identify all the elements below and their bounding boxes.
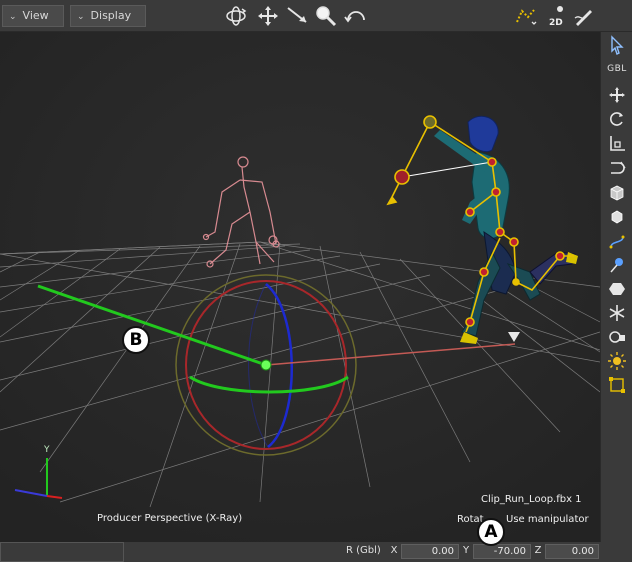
status-bar: R (Gbl) X 0.00 Y -70.00 Z 0.00	[0, 542, 632, 564]
cube-icon[interactable]	[605, 182, 629, 204]
transform-coordinates: R (Gbl) X 0.00 Y -70.00 Z 0.00	[344, 542, 600, 562]
3d-viewport[interactable]: Y Producer Perspective (X-Ray) Clip_Run_…	[0, 32, 600, 542]
view-menu-label: View	[22, 9, 49, 22]
callout-b: B	[122, 326, 150, 354]
clip-label: Clip_Run_Loop.fbx 1	[481, 494, 582, 505]
mode-label-suffix: Use manipulator	[506, 514, 589, 525]
status-mid-panel	[124, 542, 344, 562]
y-value-field[interactable]: -70.00	[473, 544, 531, 559]
z-axis-label: Z	[534, 545, 542, 556]
y-axis-label: Y	[462, 545, 470, 556]
status-right-panel	[600, 542, 632, 562]
edit-pen-icon[interactable]	[572, 4, 596, 28]
pan-icon[interactable]	[256, 4, 280, 28]
orbit-icon[interactable]	[224, 4, 248, 28]
manipulator-pivot	[260, 359, 272, 371]
undo-view-icon[interactable]	[344, 4, 368, 28]
path-icon[interactable]	[605, 230, 629, 252]
display-menu-label: Display	[90, 9, 132, 22]
chevron-down-icon: ⌄	[9, 12, 17, 22]
asterisk-icon[interactable]	[605, 302, 629, 324]
rotate-icon[interactable]	[605, 108, 629, 130]
camera-icon[interactable]	[605, 326, 629, 348]
hexagon-icon[interactable]	[605, 278, 629, 300]
axis-y-label: Y	[44, 445, 50, 455]
dolly-icon[interactable]	[286, 4, 310, 28]
display-menu-button[interactable]: ⌄ Display	[70, 5, 146, 27]
z-value-field[interactable]: 0.00	[545, 544, 599, 559]
status-left-panel	[0, 542, 124, 562]
x-axis-label: X	[390, 545, 398, 556]
2d-display-icon[interactable]: 2D	[546, 4, 570, 28]
chevron-down-icon: ⌄	[77, 12, 85, 22]
magnet-icon[interactable]	[605, 158, 629, 180]
frame-icon[interactable]	[605, 374, 629, 396]
scale-icon[interactable]	[605, 132, 629, 154]
light-icon[interactable]	[605, 350, 629, 372]
2d-label: 2D	[549, 18, 563, 28]
skeleton-display-icon[interactable]	[514, 4, 538, 28]
cube-small-icon[interactable]	[605, 206, 629, 228]
camera-label: Producer Perspective (X-Ray)	[97, 513, 243, 524]
zoom-icon[interactable]	[314, 4, 338, 28]
x-value-field[interactable]: 0.00	[401, 544, 459, 559]
gbl-label: GBL	[607, 64, 627, 74]
view-menu-button[interactable]: ⌄ View	[2, 5, 64, 27]
pin-icon[interactable]	[605, 254, 629, 276]
gbl-icon[interactable]: GBL	[605, 58, 629, 80]
select-arrow-icon[interactable]	[605, 34, 629, 56]
viewport-scene	[0, 32, 600, 542]
translate-icon[interactable]	[605, 84, 629, 106]
callout-a: A	[477, 518, 505, 546]
right-toolbar: GBL	[600, 32, 632, 542]
viewer-top-toolbar: ⌄ View ⌄ Display 2D	[0, 0, 632, 32]
rotation-gbl-label: R (Gbl)	[346, 545, 381, 556]
